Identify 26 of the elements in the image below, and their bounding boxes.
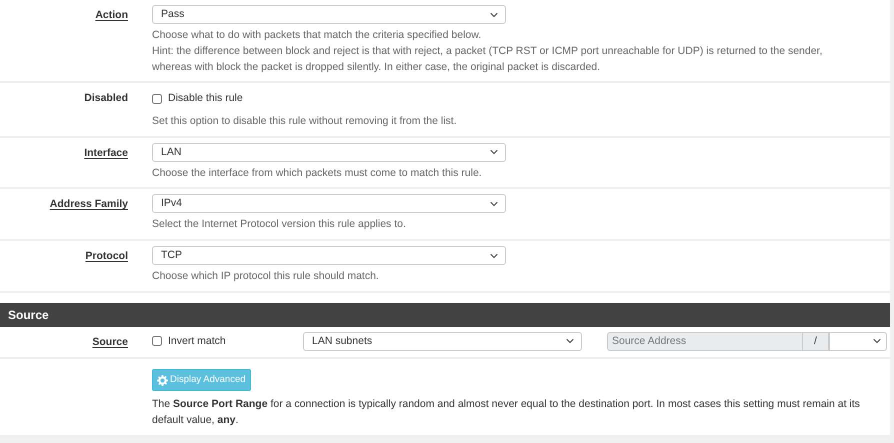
select-field[interactable]: TCP <box>152 246 506 266</box>
help-text: Select the Internet Protocol version this rule applies to. <box>152 217 407 232</box>
field-label: Action <box>95 9 128 21</box>
field-label: Protocol <box>85 250 128 262</box>
help-text: Choose the interface from which packets must come to match this rule. <box>152 166 483 181</box>
gear-icon <box>157 374 168 386</box>
help-text: Set this option to disable this rule without removing it from the list. <box>152 114 458 129</box>
checkbox-label: Disable this rule <box>168 91 243 106</box>
field-label: Address Family <box>50 198 128 210</box>
field-label: Source <box>92 336 128 348</box>
address-field[interactable]: Source Address <box>607 332 803 351</box>
help-text: Hint: the difference between block and reject is that with reject, a packet (TCP RST or ICMP port unreachable for UDP) is returned to the sender, whereas with block the packet is dropped silently. In either case, the original packet is discarded. <box>152 44 824 74</box>
select-field[interactable]: IPv4 <box>152 194 506 214</box>
select-field[interactable]: LAN subnets <box>303 332 582 351</box>
section-header: Source <box>0 302 890 327</box>
checkbox[interactable] <box>152 336 162 346</box>
select-field[interactable]: LAN <box>152 142 506 162</box>
slash-label: / <box>803 332 829 351</box>
help-text: The Source Port Range for a connection is typically random and almost never equal to the destination port. In most cases this setting must remain at its default value, any. <box>152 397 861 428</box>
help-text: Choose what to do with packets that match the criteria specified below. <box>152 28 482 43</box>
checkbox[interactable] <box>152 94 162 104</box>
help-text: Choose which IP protocol this rule should match. <box>152 269 380 284</box>
select-field[interactable]: Pass <box>152 5 506 24</box>
field-label: Disabled <box>84 92 128 104</box>
checkbox-label: Invert match <box>168 334 226 348</box>
field-label: Interface <box>84 146 128 159</box>
